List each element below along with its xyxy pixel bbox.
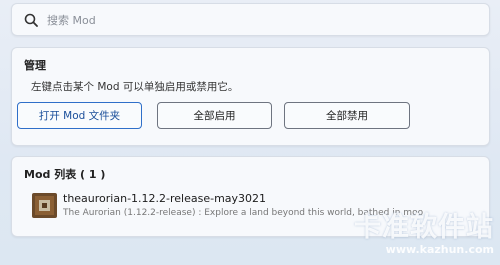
mod-block-icon	[32, 193, 57, 218]
manage-title: 管理	[24, 59, 46, 72]
search-bar[interactable]: 搜索 Mod	[11, 3, 490, 36]
enable-all-button[interactable]: 全部启用	[157, 102, 272, 129]
mod-list-title: Mod 列表 ( 1 )	[24, 168, 106, 181]
watermark-url: www.kazhun.com	[385, 243, 494, 256]
search-input[interactable]: 搜索 Mod	[47, 12, 96, 28]
mod-name: theaurorian-1.12.2-release-may3021	[63, 192, 267, 205]
watermark-text: 卡准软件站	[354, 212, 494, 243]
manage-panel: 管理 左键点击某个 Mod 可以单独启用或禁用它。 打开 Mod 文件夹 全部启…	[11, 47, 490, 146]
disable-all-button[interactable]: 全部禁用	[284, 102, 410, 129]
search-icon	[24, 13, 38, 27]
open-mod-folder-button[interactable]: 打开 Mod 文件夹	[17, 102, 142, 129]
manage-description: 左键点击某个 Mod 可以单独启用或禁用它。	[31, 81, 239, 93]
